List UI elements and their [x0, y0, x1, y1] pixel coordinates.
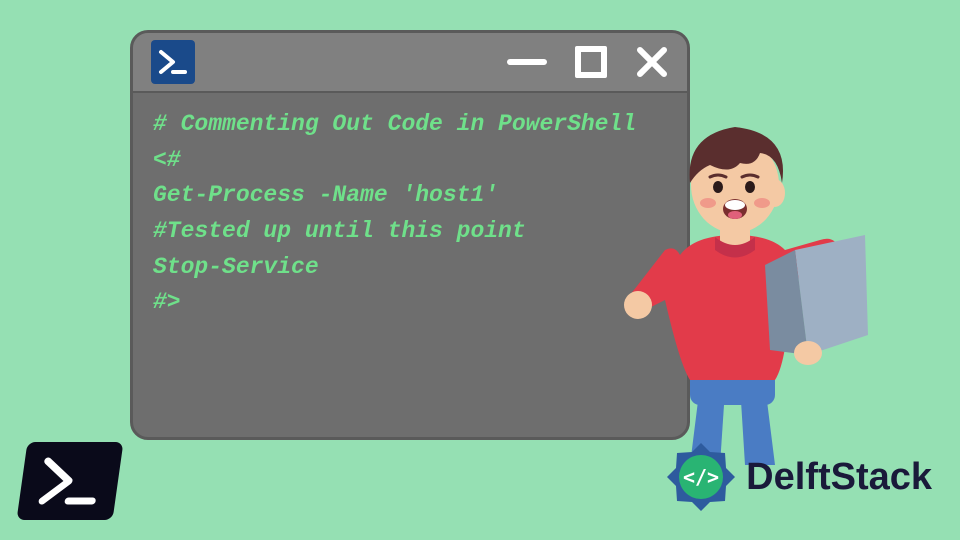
window-controls	[507, 45, 669, 79]
delftstack-label: DelftStack	[746, 456, 932, 499]
minimize-icon[interactable]	[507, 59, 547, 65]
delftstack-badge-icon: </>	[664, 440, 738, 514]
svg-text:</>: </>	[683, 465, 719, 489]
powershell-logo-large	[17, 442, 124, 520]
powershell-icon	[151, 40, 195, 84]
delftstack-brand: </> DelftStack	[664, 440, 932, 514]
close-icon[interactable]	[635, 45, 669, 79]
maximize-icon[interactable]	[575, 46, 607, 78]
person-illustration	[590, 105, 870, 465]
window-titlebar	[133, 33, 687, 93]
